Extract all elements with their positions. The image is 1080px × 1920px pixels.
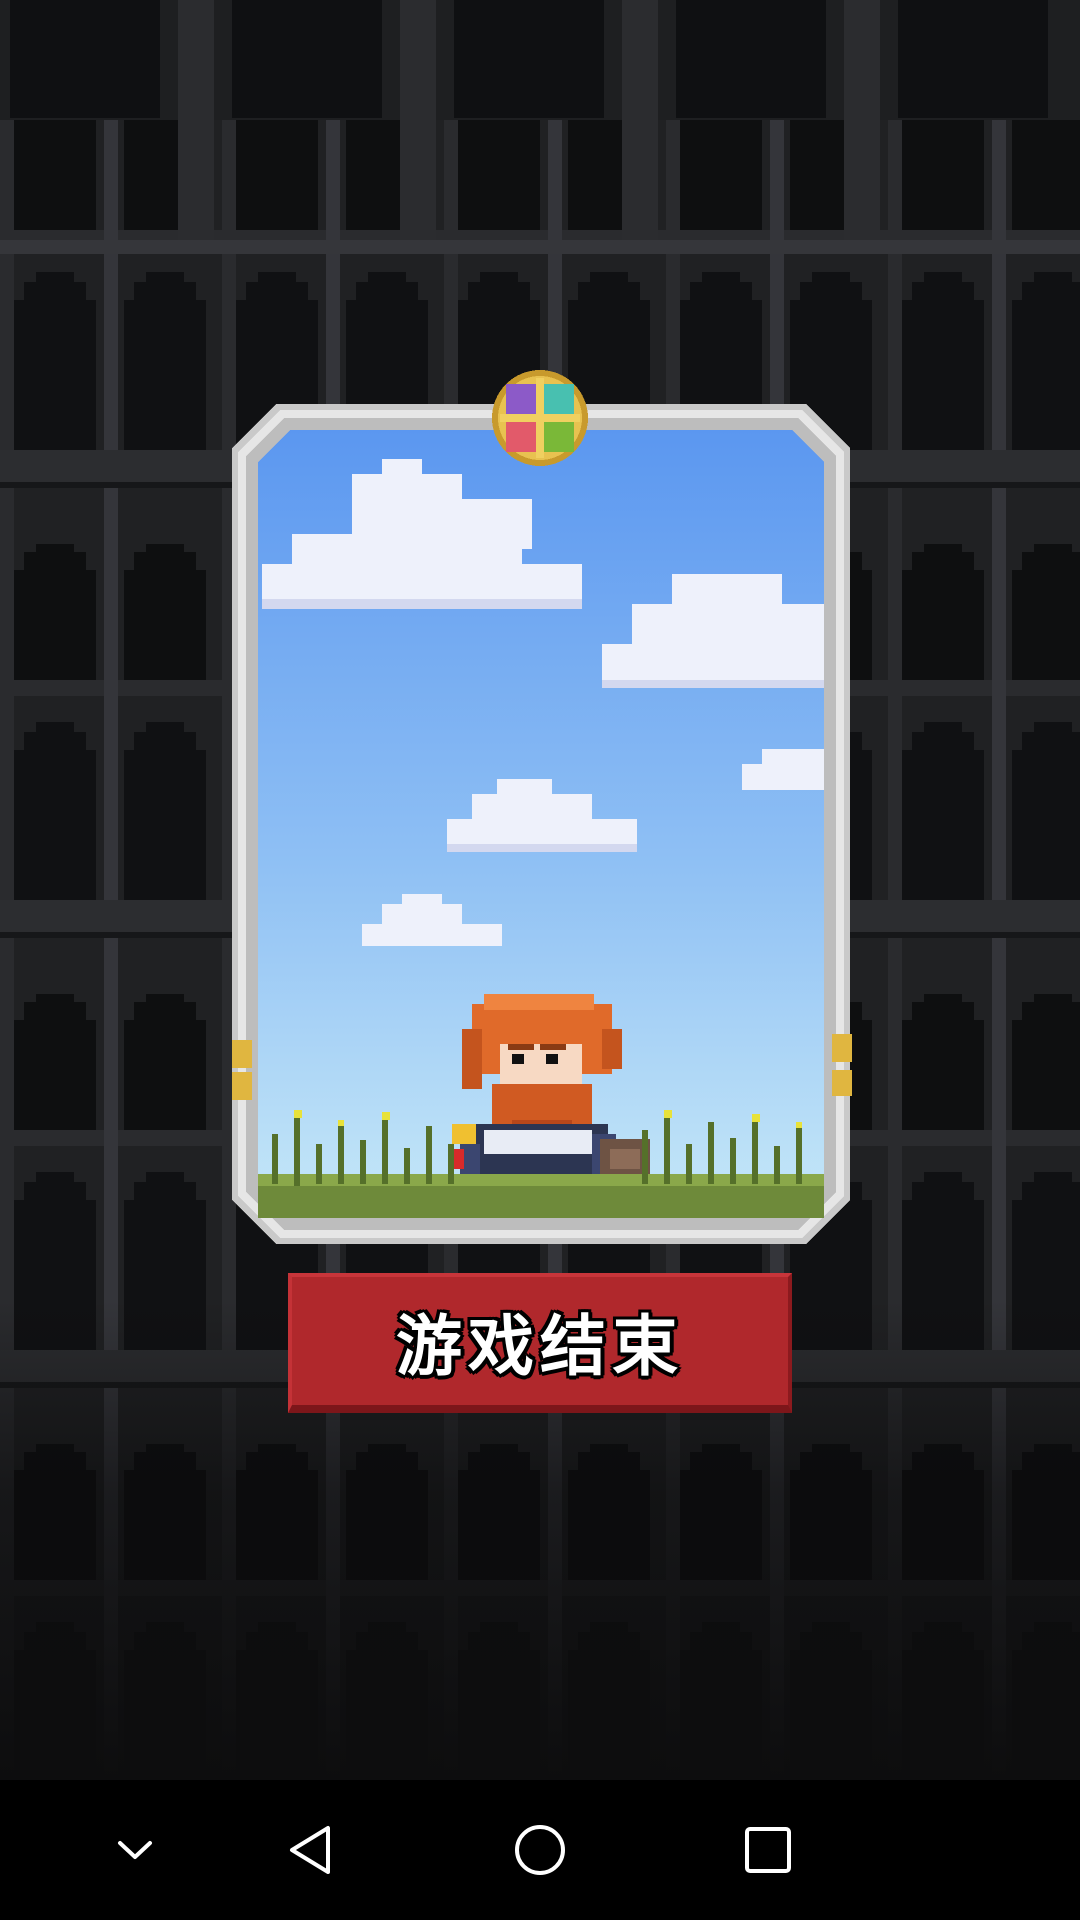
four-color-gem-icon bbox=[492, 370, 588, 466]
nav-collapse-button[interactable] bbox=[95, 1810, 175, 1890]
recents-square-icon bbox=[745, 1827, 791, 1873]
home-circle-icon bbox=[515, 1825, 565, 1875]
game-screen: 游戏结束 bbox=[0, 0, 1080, 1920]
card-clip-right bbox=[832, 1034, 852, 1096]
system-nav-bar bbox=[0, 1780, 1080, 1920]
hero-card bbox=[232, 404, 850, 1244]
nav-back-button[interactable] bbox=[270, 1810, 350, 1890]
game-over-label: 游戏结束 bbox=[396, 1308, 684, 1385]
nav-recents-button[interactable] bbox=[728, 1810, 808, 1890]
game-over-button[interactable]: 游戏结束 bbox=[288, 1273, 792, 1413]
back-triangle-icon bbox=[290, 1826, 330, 1874]
card-clip-left bbox=[232, 1040, 252, 1100]
nav-home-button[interactable] bbox=[500, 1810, 580, 1890]
chevron-down-icon bbox=[118, 1841, 152, 1859]
